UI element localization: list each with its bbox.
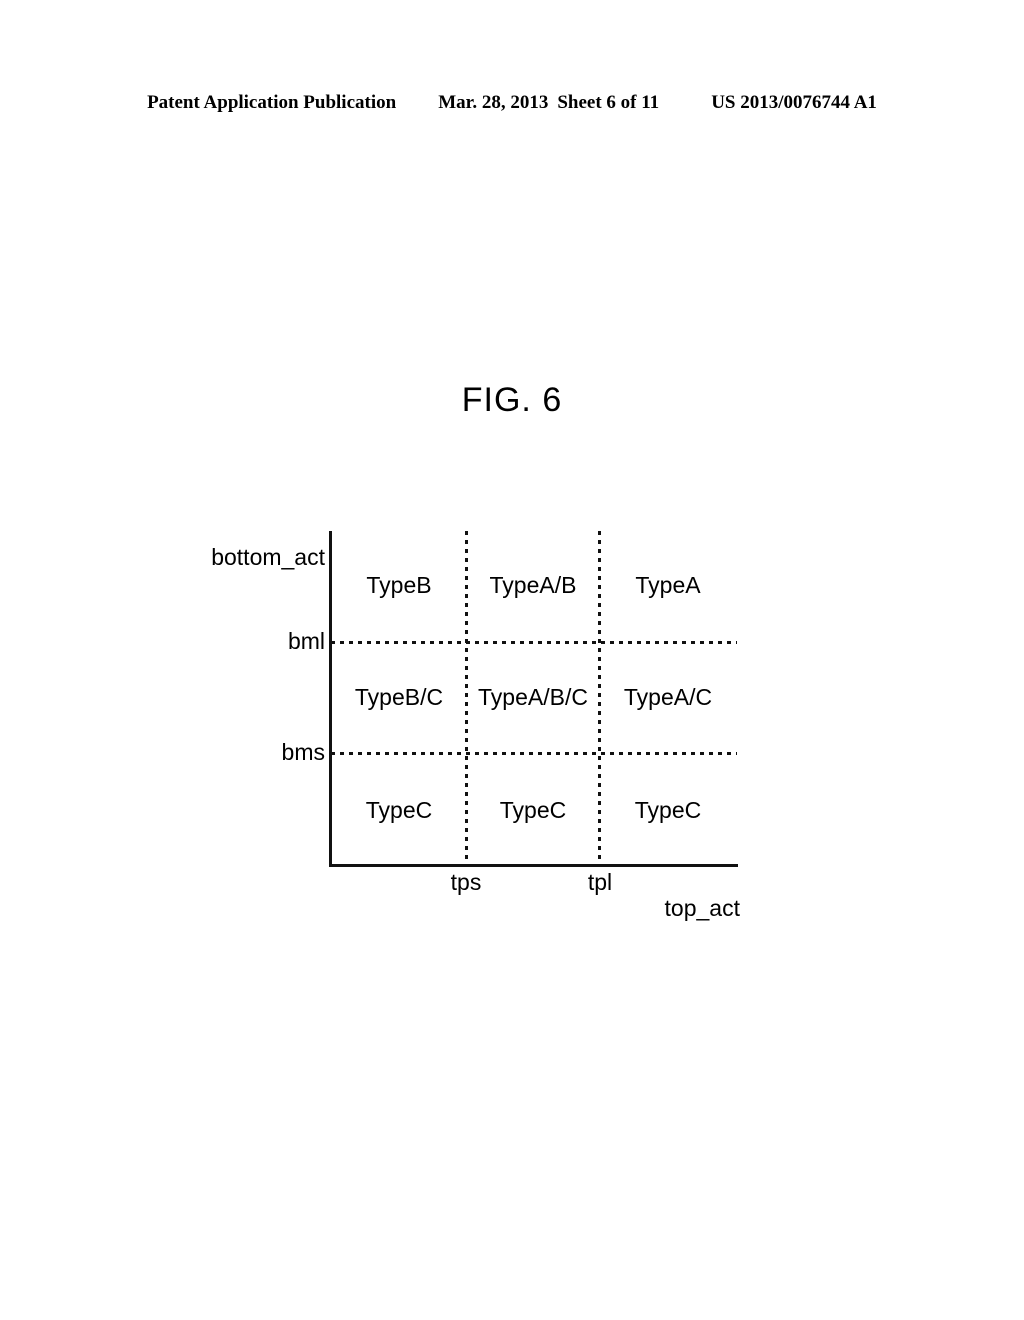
chart-cell: TypeC [634, 797, 702, 823]
chart-cell: TypeA/B/C [478, 684, 588, 710]
chart-cell: TypeA/C [623, 684, 713, 710]
x-tick-label-tps: tps [450, 869, 482, 895]
x-tick-label-tpl: tpl [587, 869, 613, 895]
chart-cell: TypeA/B [489, 572, 577, 598]
gridline-bms [331, 752, 737, 755]
chart-cell: TypeC [365, 797, 433, 823]
type-decision-chart: TypeB TypeA/B TypeA TypeB/C TypeA/B/C Ty… [0, 0, 1024, 1320]
chart-cell: TypeA [635, 572, 701, 598]
gridline-bml [331, 641, 737, 644]
y-axis-label: bottom_act [211, 544, 325, 570]
chart-cell: TypeC [499, 797, 567, 823]
x-axis-label: top_act [664, 895, 740, 921]
chart-cell: TypeB [366, 572, 432, 598]
y-tick-label-bml: bml [287, 628, 325, 654]
x-axis-line [329, 864, 738, 867]
y-tick-label-bms: bms [281, 739, 325, 765]
chart-cell: TypeB/C [354, 684, 444, 710]
